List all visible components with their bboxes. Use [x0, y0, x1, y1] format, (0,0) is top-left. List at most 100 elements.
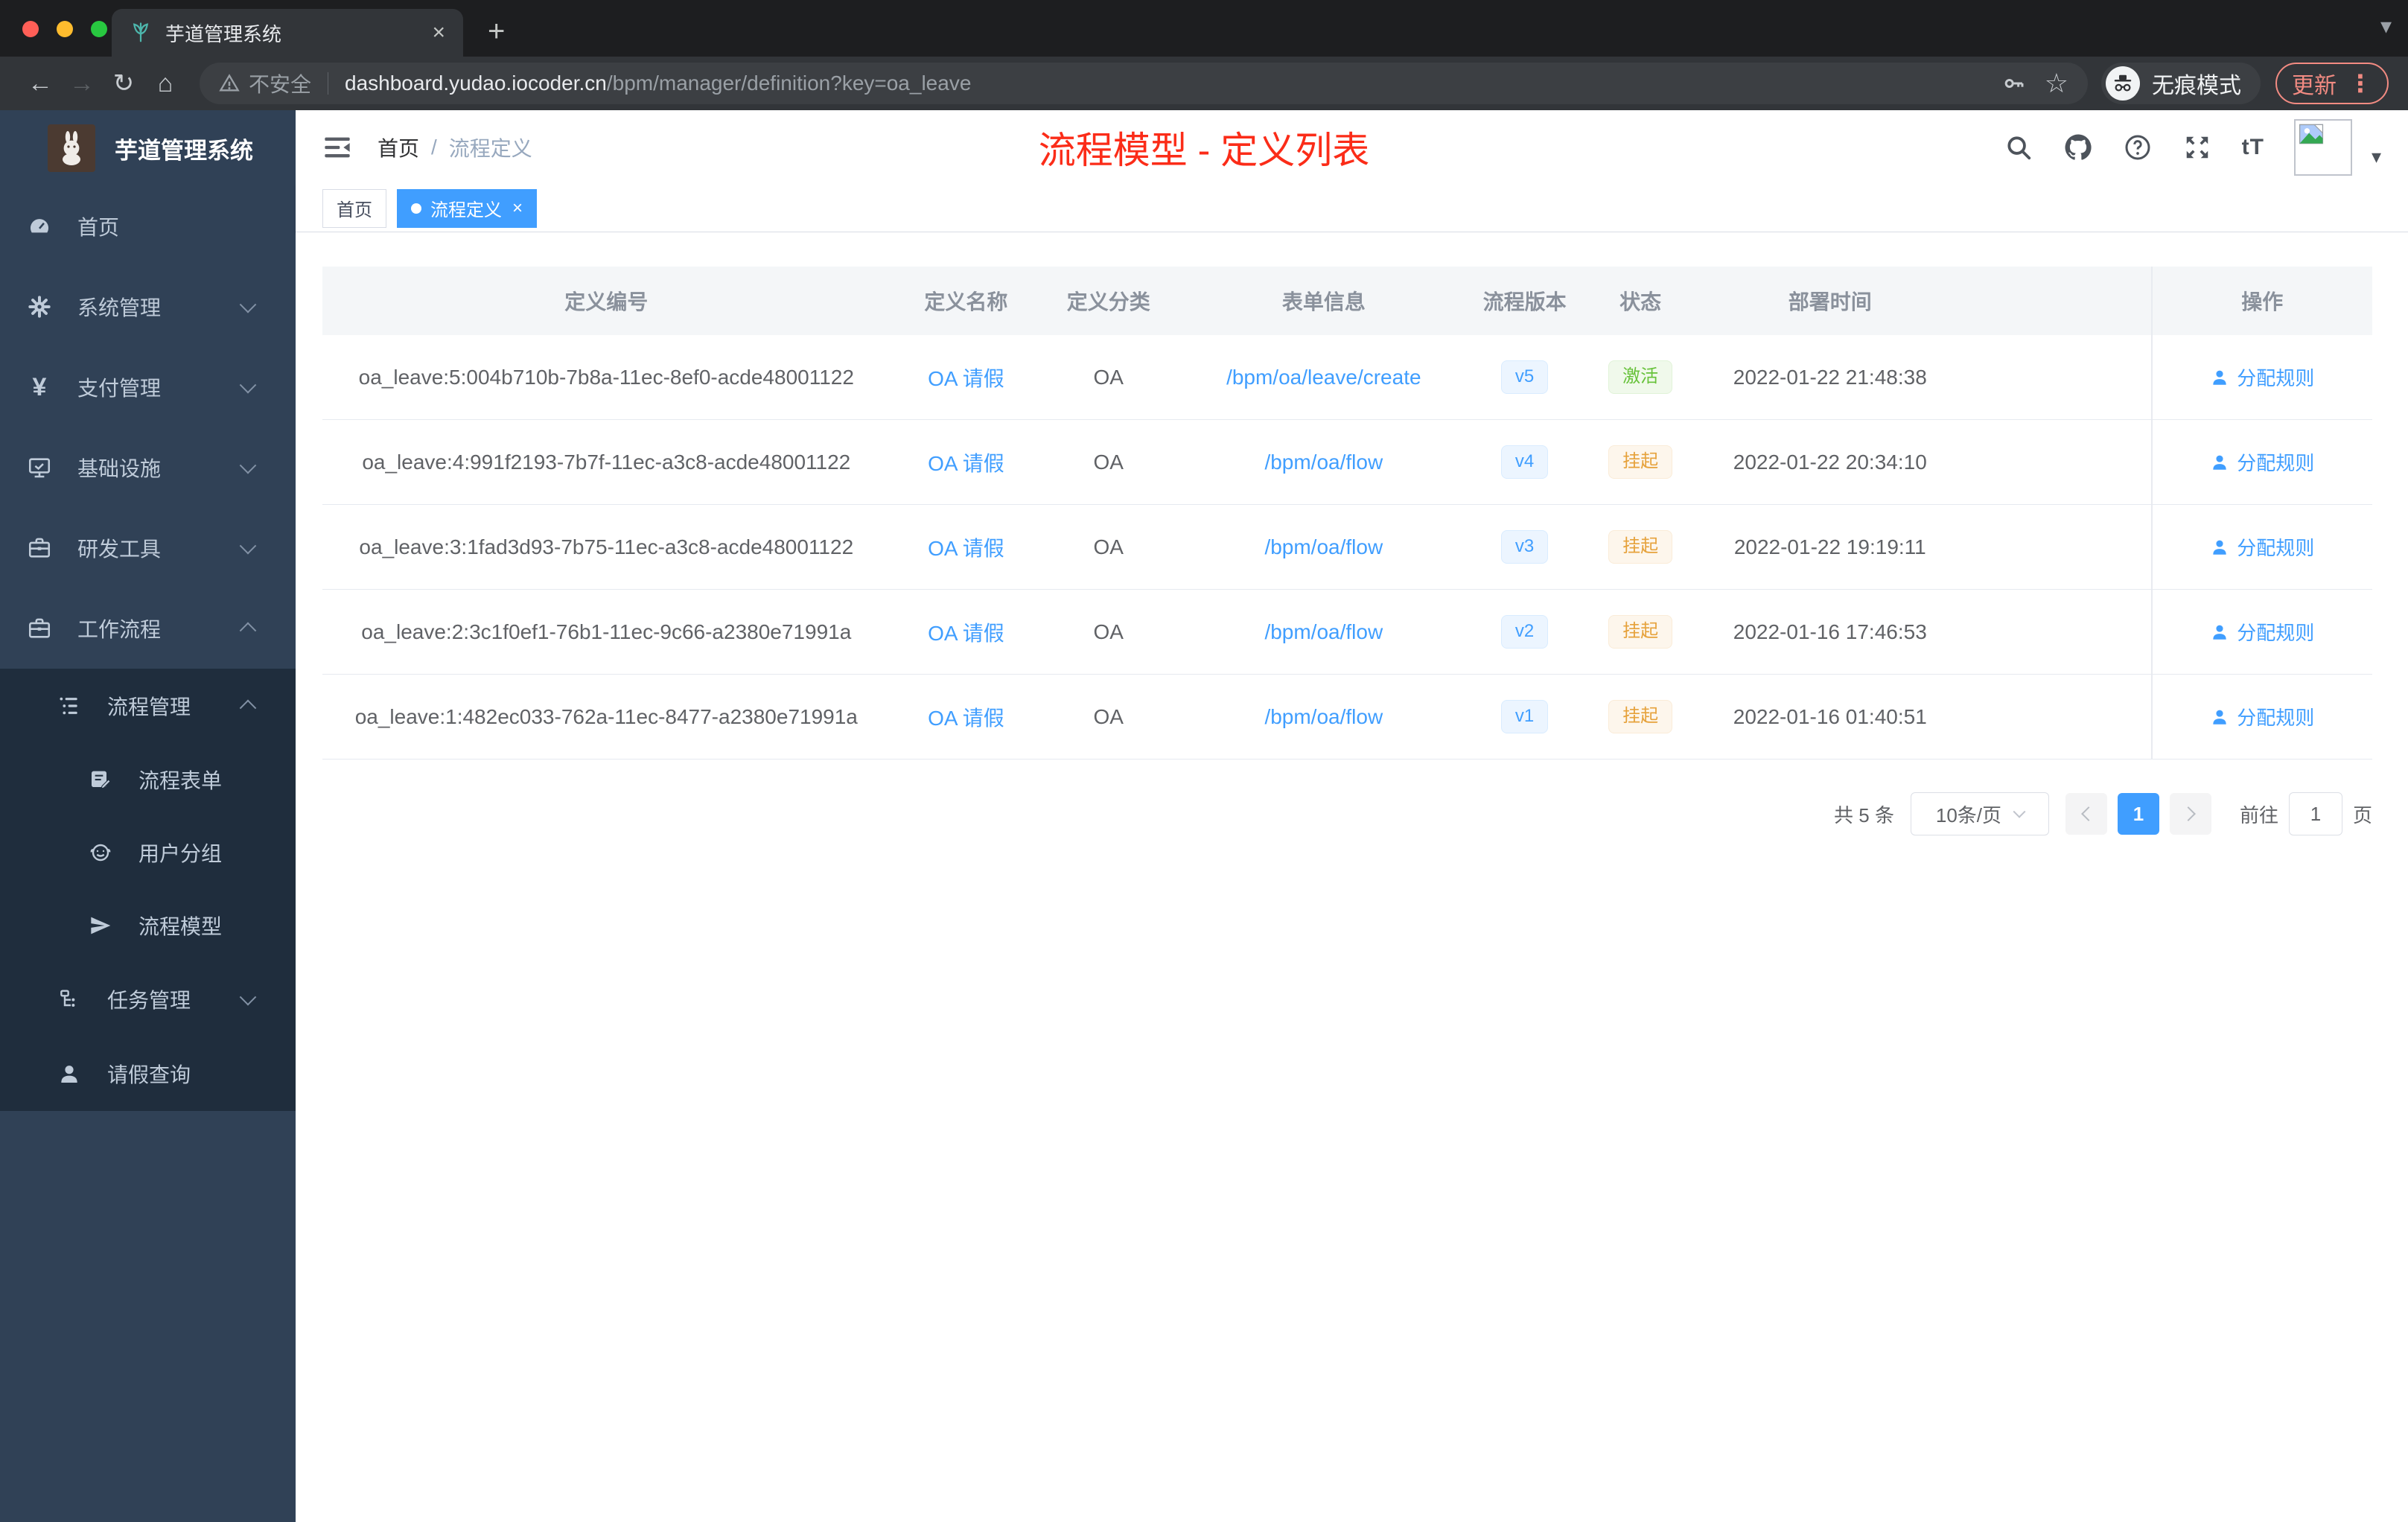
- tab-close-icon[interactable]: ×: [432, 20, 445, 45]
- active-dot-icon: [411, 203, 421, 214]
- home-icon[interactable]: ⌂: [144, 69, 186, 98]
- definition-name-link[interactable]: OA 请假: [928, 367, 1004, 390]
- form-link[interactable]: /bpm/oa/flow: [1264, 620, 1383, 643]
- chevron-right-icon: [2181, 806, 2196, 821]
- avatar[interactable]: [2293, 119, 2352, 176]
- sidebar-item-label: 研发工具: [77, 538, 162, 561]
- fullscreen-icon[interactable]: [2182, 133, 2212, 162]
- assign-rule-button[interactable]: 分配规则: [2210, 618, 2314, 646]
- sidebar-item-infra[interactable]: 基础设施: [0, 427, 296, 508]
- sidebar-item-devtools[interactable]: 研发工具: [0, 508, 296, 588]
- hamburger-icon[interactable]: [322, 135, 352, 160]
- sidebar-item-process-management[interactable]: 流程管理: [0, 669, 296, 743]
- minimize-window-button[interactable]: [57, 21, 73, 37]
- form-link[interactable]: /bpm/oa/leave/create: [1226, 366, 1421, 389]
- browser-tab[interactable]: 芋道管理系统 ×: [112, 9, 463, 57]
- definition-name-link[interactable]: OA 请假: [928, 537, 1004, 560]
- assign-rule-button[interactable]: 分配规则: [2210, 533, 2314, 561]
- tag-close-icon[interactable]: ×: [512, 198, 523, 219]
- zoom-window-button[interactable]: [91, 21, 107, 37]
- sidebar-item-home[interactable]: 首页: [0, 186, 296, 267]
- browser-toolbar: ← → ↻ ⌂ 不安全 dashboard.yudao.iocoder.cn /…: [0, 57, 2408, 110]
- new-tab-button[interactable]: +: [488, 16, 505, 46]
- sidebar-item-process-model[interactable]: 流程模型: [0, 889, 296, 962]
- sidebar-item-task-management[interactable]: 任务管理: [0, 962, 296, 1037]
- prev-page-button[interactable]: [2065, 793, 2107, 835]
- table-row: oa_leave:2:3c1f0ef1-76b1-11ec-9c66-a2380…: [322, 590, 2372, 675]
- form-link[interactable]: /bpm/oa/flow: [1264, 535, 1383, 558]
- search-tabs-icon[interactable]: ▾: [2380, 13, 2392, 39]
- reload-icon[interactable]: ↻: [103, 69, 144, 98]
- sidebar-item-user-group[interactable]: 用户分组: [0, 816, 296, 889]
- sidebar-item-label: 流程管理: [107, 695, 191, 719]
- status-badge: 挂起: [1608, 445, 1673, 479]
- url-bar[interactable]: 不安全 dashboard.yudao.iocoder.cn /bpm/mana…: [200, 63, 2088, 104]
- browser-menu-dots-icon[interactable]: ⋮: [2348, 69, 2372, 98]
- table-row: oa_leave:3:1fad3d93-7b75-11ec-a3c8-acde4…: [322, 505, 2372, 590]
- sidebar-logo[interactable]: 芋道管理系统: [0, 110, 296, 186]
- forward-icon[interactable]: →: [61, 69, 103, 98]
- sidebar-item-leave-query[interactable]: 请假查询: [0, 1037, 296, 1111]
- definition-name-link[interactable]: OA 请假: [928, 707, 1004, 730]
- security-label[interactable]: 不安全: [249, 69, 311, 98]
- form-link[interactable]: /bpm/oa/flow: [1264, 450, 1383, 474]
- col-header-actions: 操作: [2150, 267, 2372, 335]
- tag-process-definition[interactable]: 流程定义 ×: [397, 188, 538, 228]
- assign-rule-button[interactable]: 分配规则: [2210, 703, 2314, 730]
- col-header-version: 流程版本: [1482, 290, 1567, 313]
- definition-category: OA: [1093, 365, 1124, 389]
- next-page-button[interactable]: [2169, 793, 2211, 835]
- github-icon[interactable]: [2063, 133, 2093, 162]
- current-page-button[interactable]: 1: [2117, 793, 2159, 835]
- yen-icon: ¥: [32, 372, 47, 401]
- sidebar-item-payment[interactable]: ¥ 支付管理: [0, 347, 296, 427]
- app-navbar: 首页 / 流程定义 流程模型 - 定义列表 tT ▾: [296, 110, 2408, 185]
- sidebar-item-workflow[interactable]: 工作流程: [0, 588, 296, 669]
- caret-down-icon[interactable]: ▾: [2372, 145, 2381, 168]
- table-row: oa_leave:4:991f2193-7b7f-11ec-a3c8-acde4…: [322, 420, 2372, 505]
- deploy-time: 2022-01-16 17:46:53: [1733, 620, 1927, 643]
- definition-category: OA: [1093, 620, 1124, 643]
- chevron-up-icon: [239, 622, 257, 640]
- breadcrumb-current: 流程定义: [448, 137, 532, 160]
- update-button[interactable]: 更新 ⋮: [2275, 63, 2389, 104]
- definition-name-link[interactable]: OA 请假: [928, 622, 1004, 645]
- gear-icon: [27, 294, 52, 319]
- logo-avatar: [48, 124, 95, 172]
- goto-page-input[interactable]: [2288, 792, 2342, 835]
- search-icon[interactable]: [2004, 133, 2033, 162]
- font-size-icon[interactable]: tT: [2242, 135, 2264, 160]
- person-icon: [2213, 710, 2226, 725]
- chevron-down-icon: [239, 988, 257, 1006]
- breadcrumb-home[interactable]: 首页: [378, 133, 419, 162]
- chevron-down-icon: [239, 296, 257, 313]
- col-header-form: 表单信息: [1281, 290, 1366, 313]
- sidebar-item-label: 工作流程: [77, 618, 162, 641]
- form-link[interactable]: /bpm/oa/flow: [1264, 705, 1383, 728]
- bookmark-star-icon[interactable]: ☆: [2045, 70, 2068, 97]
- col-header-name: 定义名称: [924, 290, 1008, 313]
- status-badge: 挂起: [1608, 700, 1673, 733]
- close-window-button[interactable]: [22, 21, 39, 37]
- face-icon: [88, 840, 113, 865]
- toolbox-icon: [27, 535, 52, 561]
- chevron-down-icon: [2013, 805, 2026, 818]
- sidebar-item-process-form[interactable]: 流程表单: [0, 743, 296, 816]
- assign-rule-button[interactable]: 分配规则: [2210, 363, 2314, 391]
- chevron-left-icon: [2081, 806, 2096, 821]
- sidebar-item-label: 首页: [77, 216, 120, 239]
- incognito-label: 无痕模式: [2152, 74, 2241, 98]
- password-key-icon[interactable]: [2001, 71, 2025, 95]
- col-header-deploy-time: 部署时间: [1788, 290, 1872, 313]
- definition-category: OA: [1093, 704, 1124, 728]
- tag-home[interactable]: 首页: [322, 188, 386, 228]
- assign-rule-button[interactable]: 分配规则: [2210, 448, 2314, 476]
- help-icon[interactable]: [2123, 133, 2153, 162]
- page-size-select[interactable]: 10条/页: [1910, 792, 2049, 835]
- pagination-total: 共 5 条: [1834, 803, 1894, 827]
- form-edit-icon: [88, 767, 113, 792]
- back-icon[interactable]: ←: [19, 69, 61, 98]
- definition-name-link[interactable]: OA 请假: [928, 452, 1004, 475]
- sidebar-item-system[interactable]: 系统管理: [0, 267, 296, 347]
- window-controls: [22, 21, 107, 37]
